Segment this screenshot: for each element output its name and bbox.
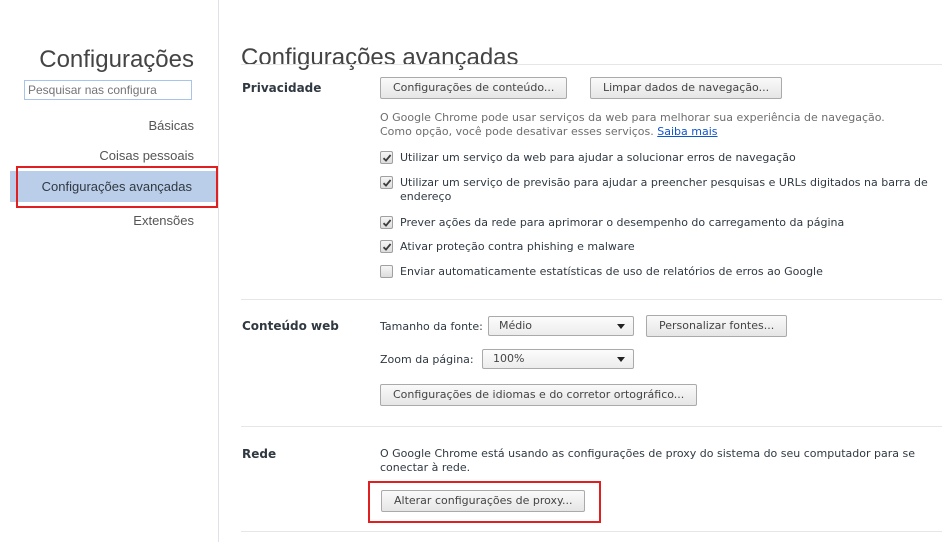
checkbox-checked[interactable] (380, 240, 393, 253)
dropdown-arrow-icon (617, 357, 625, 362)
privacy-description-text: Como opção, você pode desativar esses se… (380, 125, 654, 138)
option-label: Utilizar um serviço da web para ajudar a… (400, 151, 796, 164)
page-zoom-select[interactable]: 100% (482, 349, 634, 369)
option-label: Utilizar um serviço de previsão para aju… (400, 176, 928, 203)
font-size-label: Tamanho da fonte: (380, 320, 483, 333)
clear-browsing-data-button[interactable]: Limpar dados de navegação... (590, 77, 783, 99)
font-size-select[interactable]: Médio (488, 316, 634, 336)
section-title-privacy: Privacidade (242, 81, 322, 95)
checkbox-unchecked[interactable] (380, 265, 393, 278)
privacy-description-line1: O Google Chrome pode usar serviços da we… (380, 111, 885, 124)
sidebar-item-extensions[interactable]: Extensões (133, 213, 194, 228)
sidebar: Configurações Básicas Coisas pessoais Co… (0, 0, 218, 542)
checkmark-icon (382, 243, 392, 251)
sidebar-title: Configurações (39, 46, 194, 74)
font-size-value: Médio (499, 319, 533, 332)
section-divider (241, 531, 942, 532)
section-title-network: Rede (242, 447, 277, 461)
option-label: Ativar proteção contra phishing e malwar… (400, 240, 635, 253)
search-settings-input[interactable] (24, 80, 192, 100)
privacy-description-line2: Como opção, você pode desativar esses se… (380, 125, 718, 139)
checkbox-checked[interactable] (380, 216, 393, 229)
customize-fonts-button[interactable]: Personalizar fontes... (646, 315, 788, 337)
checkbox-checked[interactable] (380, 151, 393, 164)
content-settings-button[interactable]: Configurações de conteúdo... (380, 77, 568, 99)
option-label: Prever ações da rede para aprimorar o de… (400, 216, 845, 229)
page-zoom-value: 100% (493, 352, 525, 365)
page-zoom-label: Zoom da página: (380, 353, 474, 366)
highlight-box-advanced (16, 166, 218, 208)
section-title-web-content: Conteúdo web (242, 319, 339, 333)
highlight-box-proxy (368, 481, 601, 523)
title-divider (241, 64, 942, 65)
languages-settings-button[interactable]: Configurações de idiomas e do corretor o… (380, 384, 698, 406)
sidebar-item-personal-stuff[interactable]: Coisas pessoais (99, 148, 194, 163)
checkbox-checked[interactable] (380, 176, 393, 189)
checkmark-icon (382, 219, 392, 227)
checkmark-icon (382, 154, 392, 162)
sidebar-divider (218, 0, 219, 542)
section-divider (241, 299, 942, 300)
sidebar-item-basic[interactable]: Básicas (148, 118, 194, 133)
page-title: Configurações avançadas (241, 44, 519, 72)
checkmark-icon (382, 179, 392, 187)
learn-more-link[interactable]: Saiba mais (657, 125, 717, 138)
network-description: O Google Chrome está usando as configura… (380, 447, 915, 474)
dropdown-arrow-icon (617, 324, 625, 329)
option-label: Enviar automaticamente estatísticas de u… (400, 265, 823, 278)
section-divider (241, 426, 942, 427)
